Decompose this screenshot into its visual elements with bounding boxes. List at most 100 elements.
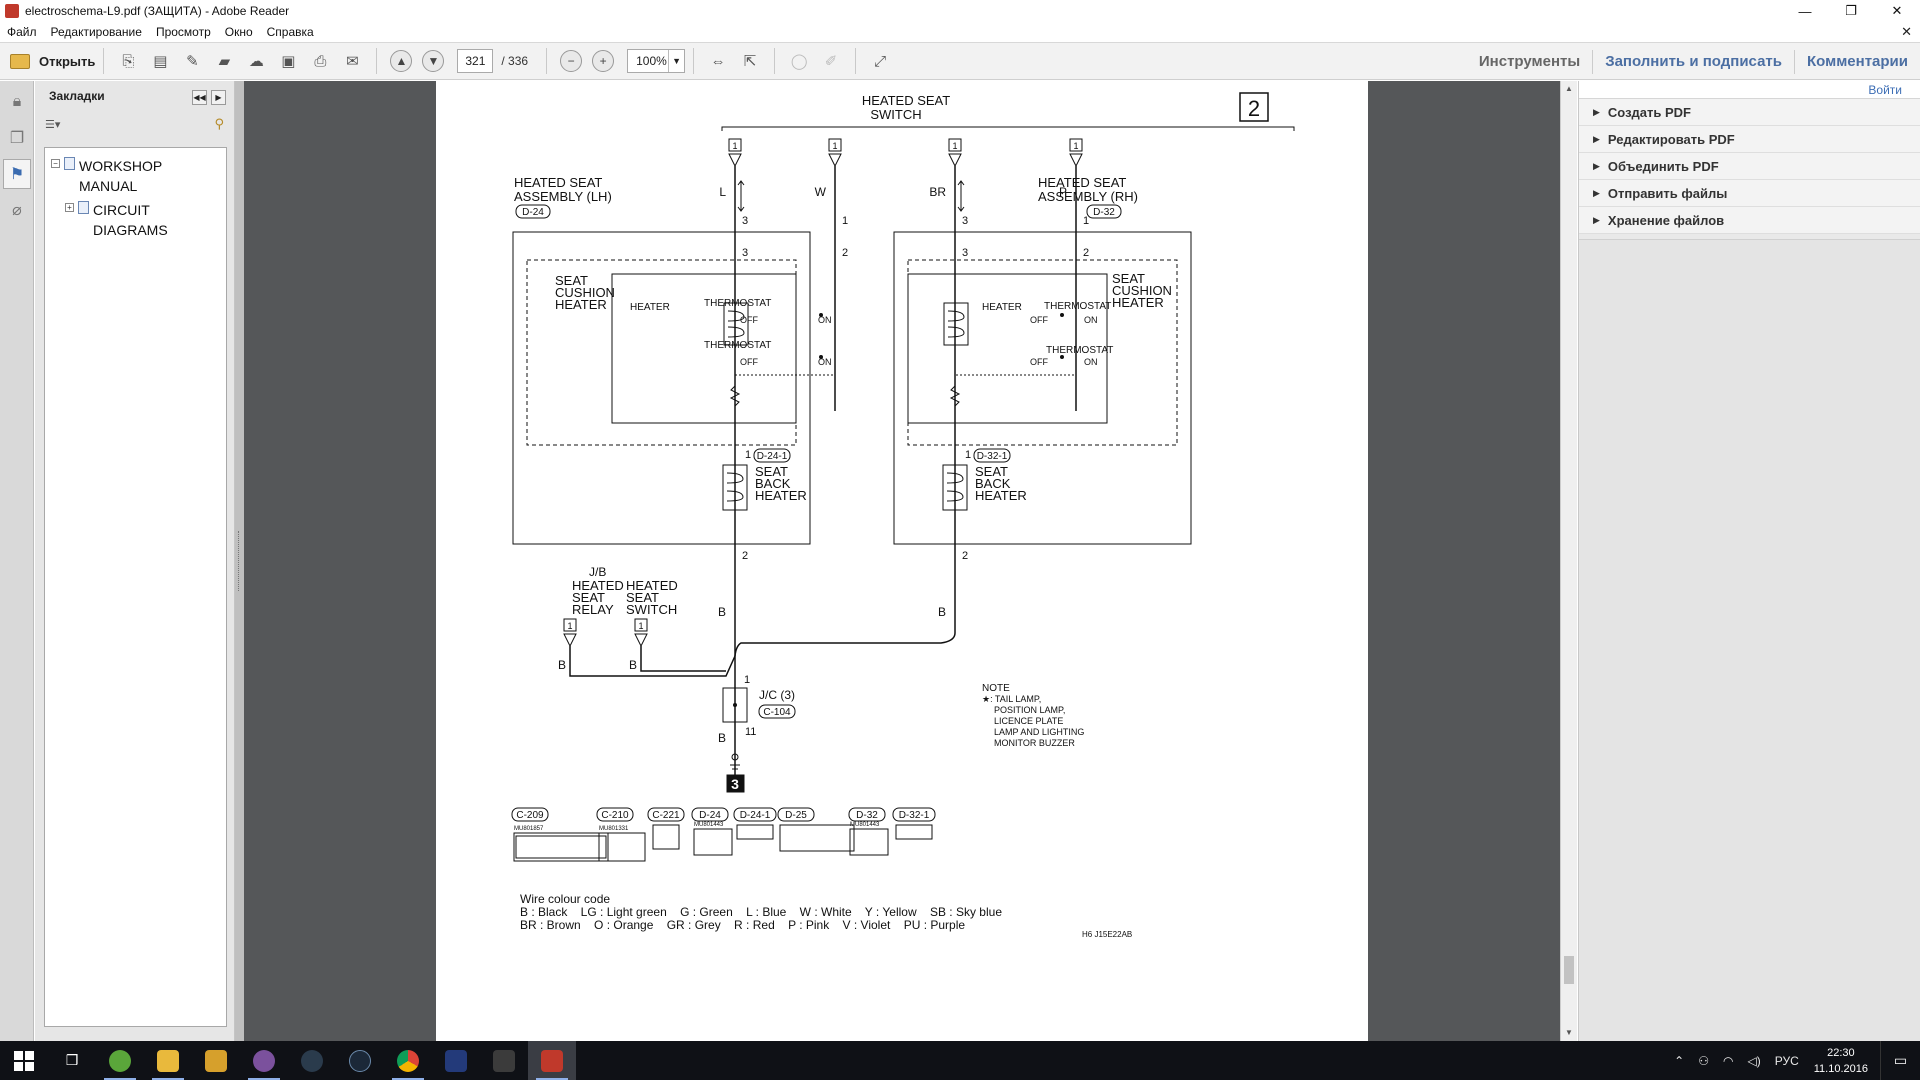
toolbar-separator <box>774 48 776 74</box>
panel-options-icon[interactable]: ▶ <box>211 90 226 105</box>
open-folder-icon[interactable]: ▰ <box>211 48 237 74</box>
taskbar-store[interactable] <box>192 1041 240 1080</box>
cloud-upload-icon[interactable]: ☁ <box>243 48 269 74</box>
edit-pdf-icon[interactable]: ✎ <box>179 48 205 74</box>
pin-label: 1 <box>965 449 971 461</box>
task-view-button[interactable]: ❒ <box>48 1041 96 1080</box>
scroll-up-icon[interactable]: ▲ <box>1561 81 1577 97</box>
minimize-button[interactable]: — <box>1782 0 1828 22</box>
bookmark-label: WORKSHOP MANUAL <box>79 158 162 194</box>
scroll-thumb[interactable] <box>1564 956 1574 984</box>
taskbar-steam[interactable] <box>336 1041 384 1080</box>
switch-title-2: SWITCH <box>870 107 921 122</box>
seat-back-label: HEATER <box>975 488 1027 503</box>
fullscreen-icon[interactable]: ⤢ <box>867 48 893 74</box>
connector-label: C-221 <box>652 810 680 821</box>
zoom-select[interactable]: 100% ▼ <box>627 49 686 73</box>
create-pdf-icon[interactable]: ⎘ <box>115 48 141 74</box>
folder-icon <box>157 1049 179 1072</box>
panel-edit-pdf[interactable]: ▶ Редактировать PDF <box>1579 126 1920 153</box>
volume-icon[interactable]: ◁) <box>1747 1054 1760 1068</box>
page-number-input[interactable]: 321 <box>457 49 494 73</box>
expand-arrow-icon: ▶ <box>1593 133 1600 144</box>
email-icon[interactable]: ✉ <box>339 48 365 74</box>
attachment-icon[interactable]: ⌀ <box>3 195 31 225</box>
print-icon[interactable]: ⎙ <box>307 48 333 74</box>
find-bookmark-icon[interactable]: ⚲ <box>214 116 224 132</box>
vertical-scrollbar[interactable]: ▲ ▼ <box>1560 81 1577 1041</box>
options-menu-icon[interactable]: ☰▾ <box>45 118 60 131</box>
seat-back-label: HEATER <box>755 488 807 503</box>
wifi-icon[interactable]: ◠ <box>1723 1054 1733 1068</box>
connector-label: C-210 <box>601 810 629 821</box>
bookmark-workshop-manual[interactable]: − WORKSHOP MANUAL <box>45 156 226 196</box>
toolbar-separator <box>693 48 695 74</box>
lh-title-1: HEATED SEAT <box>514 175 602 190</box>
sign-in-link[interactable]: Войти <box>1579 81 1920 99</box>
chevron-up-icon[interactable]: ⌃ <box>1674 1054 1684 1068</box>
fill-sign-tab[interactable]: Заполнить и подписать <box>1592 50 1794 74</box>
menu-help[interactable]: Справка <box>260 25 321 39</box>
wiring-diagram: 2 HEATED SEAT SWITCH 1 1 1 1 L W BR P 3 … <box>511 92 1295 939</box>
fit-width-icon[interactable]: ⇔ <box>705 48 731 74</box>
taskbar-wot[interactable] <box>480 1041 528 1080</box>
panel-splitter[interactable] <box>235 81 244 1041</box>
rh-ground-wire <box>734 632 956 657</box>
menu-edit[interactable]: Редактирование <box>44 25 149 39</box>
page-thumbnails-icon[interactable]: ❐ <box>3 123 31 153</box>
lock-icon[interactable]: 🔒︎ <box>3 87 31 117</box>
taskbar-viber[interactable] <box>240 1041 288 1080</box>
fit-page-icon[interactable]: ⇱ <box>737 48 763 74</box>
clock[interactable]: 22:30 11.10.2016 <box>1814 1045 1868 1077</box>
taskbar-utorrent[interactable] <box>96 1041 144 1080</box>
taskbar-chrome[interactable] <box>384 1041 432 1080</box>
bookmark-icon[interactable]: ⚑ <box>3 159 31 189</box>
comments-tab[interactable]: Комментарии <box>1793 50 1920 74</box>
open-button[interactable]: Открыть <box>10 53 95 69</box>
scroll-down-icon[interactable]: ▼ <box>1561 1025 1577 1041</box>
menu-file[interactable]: Файл <box>0 25 44 39</box>
off-label: OFF <box>740 315 758 325</box>
tools-tab[interactable]: Инструменты <box>1467 50 1592 74</box>
thermostat-label: THERMOSTAT <box>704 340 771 351</box>
panel-create-pdf[interactable]: ▶ Создать PDF <box>1579 99 1920 126</box>
expand-icon[interactable]: + <box>65 203 74 212</box>
note-line: POSITION LAMP, <box>994 705 1065 715</box>
zoom-in-icon[interactable]: + <box>592 50 615 72</box>
taskbar-app[interactable] <box>288 1041 336 1080</box>
close-button[interactable]: ✕ <box>1874 0 1920 22</box>
bookmark-circuit-diagrams[interactable]: + CIRCUIT DIAGRAMS <box>45 200 226 240</box>
page-up-icon[interactable]: ▲ <box>390 50 413 72</box>
save-icon[interactable]: ▣ <box>275 48 301 74</box>
title-bar: electroschema-L9.pdf (ЗАЩИТА) - Adobe Re… <box>0 0 1920 22</box>
start-button[interactable] <box>0 1041 48 1080</box>
zoom-out-icon[interactable]: − <box>560 50 583 72</box>
connector-part: MU801857 <box>514 826 544 832</box>
restore-button[interactable]: ❐ <box>1828 0 1874 22</box>
collapse-icon[interactable]: − <box>51 159 60 168</box>
export-pdf-icon[interactable]: ▤ <box>147 48 173 74</box>
menu-window[interactable]: Окно <box>218 25 260 39</box>
on-label: ON <box>1084 315 1098 325</box>
panel-store-files[interactable]: ▶ Хранение файлов <box>1579 207 1920 234</box>
relay-ground-wire <box>569 646 736 677</box>
collapse-panel-icon[interactable]: ◀◀ <box>192 90 207 105</box>
notifications-icon[interactable]: ▭ <box>1880 1041 1920 1080</box>
menu-view[interactable]: Просмотр <box>149 25 218 39</box>
panel-combine-pdf[interactable]: ▶ Объединить PDF <box>1579 153 1920 180</box>
adobe-reader-icon <box>541 1049 563 1072</box>
highlight-icon[interactable]: ✐ <box>818 48 844 74</box>
close-document-button[interactable]: ✕ <box>1901 24 1912 40</box>
taskbar-app2[interactable] <box>432 1041 480 1080</box>
pin-label: 3 <box>742 247 748 259</box>
language-indicator[interactable]: РУС <box>1775 1054 1799 1068</box>
taskbar-adobe-reader[interactable] <box>528 1041 576 1080</box>
document-viewer[interactable]: 2 HEATED SEAT SWITCH 1 1 1 1 L W BR P 3 … <box>244 81 1560 1041</box>
wire-b-label: B <box>718 605 726 619</box>
network-status-icon[interactable]: ⚇ <box>1698 1054 1709 1068</box>
system-tray: ⌃ ⚇ ◠ ◁) РУС 22:30 11.10.2016 ▭ <box>1667 1041 1920 1080</box>
comment-icon[interactable]: ◯ <box>786 48 812 74</box>
taskbar-explorer[interactable] <box>144 1041 192 1080</box>
page-down-icon[interactable]: ▼ <box>422 50 445 72</box>
panel-send-files[interactable]: ▶ Отправить файлы <box>1579 180 1920 207</box>
